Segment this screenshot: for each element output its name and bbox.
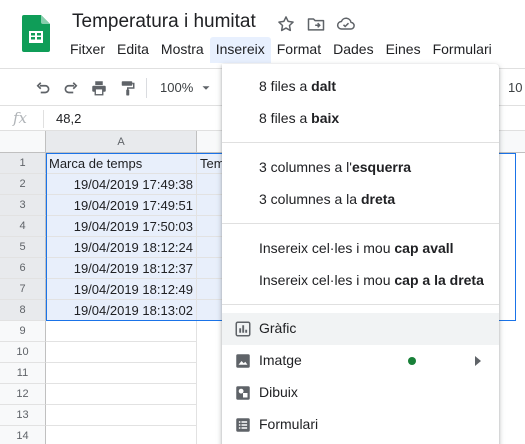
formula-input[interactable]: 48,2 <box>56 111 81 126</box>
row-header[interactable]: 5 <box>0 237 46 258</box>
insert-menu: 8 files a dalt 8 files a baix 3 columnes… <box>222 64 499 444</box>
menu-item-label-bold: cap a la dreta <box>394 272 484 288</box>
menu-item-label: Gràfic <box>259 320 297 336</box>
redo-icon[interactable] <box>62 79 80 97</box>
table-cell[interactable]: 19/04/2019 18:12:49 <box>46 279 197 300</box>
menu-formulari[interactable]: Formulari <box>427 37 498 63</box>
table-cell[interactable] <box>46 426 197 444</box>
menu-separator <box>222 223 499 224</box>
insert-image[interactable]: Imatge <box>222 345 499 377</box>
formula-divider <box>43 110 44 128</box>
sheets-window: Temperatura i humitat Fitxer Edita Mostr… <box>0 0 525 444</box>
row-header[interactable]: 3 <box>0 195 46 216</box>
insert-cells-shift-down[interactable]: Insereix cel·les i mou cap avall <box>222 232 499 264</box>
chart-icon <box>235 321 251 337</box>
menu-eines[interactable]: Eines <box>380 37 427 63</box>
table-cell[interactable] <box>46 342 197 363</box>
table-cell[interactable] <box>46 384 197 405</box>
table-cell[interactable] <box>46 405 197 426</box>
insert-drawing[interactable]: Dibuix <box>222 377 499 409</box>
menu-edita[interactable]: Edita <box>111 37 155 63</box>
menu-separator <box>222 304 499 305</box>
move-to-folder-icon[interactable] <box>306 14 326 34</box>
star-icon[interactable] <box>276 14 296 34</box>
menu-dades[interactable]: Dades <box>327 37 379 63</box>
table-cell[interactable]: 19/04/2019 18:12:37 <box>46 258 197 279</box>
row-header[interactable]: 10 <box>0 342 46 363</box>
table-cell[interactable]: Marca de temps <box>46 153 197 174</box>
insert-cells-shift-right[interactable]: Insereix cel·les i mou cap a la dreta <box>222 264 499 296</box>
table-cell[interactable]: 19/04/2019 18:13:02 <box>46 300 197 321</box>
drawing-icon <box>236 386 250 400</box>
cloud-saved-icon[interactable] <box>336 14 356 34</box>
insert-rows-below[interactable]: 8 files a baix <box>222 102 499 134</box>
table-cell[interactable]: 19/04/2019 17:50:03 <box>46 216 197 237</box>
sheets-logo-icon[interactable] <box>22 15 50 52</box>
insert-rows-above[interactable]: 8 files a dalt <box>222 70 499 102</box>
row-header[interactable]: 11 <box>0 363 46 384</box>
submenu-arrow-icon <box>475 356 481 366</box>
zoom-select[interactable]: 100% <box>160 80 193 95</box>
row-header[interactable]: 4 <box>0 216 46 237</box>
undo-icon[interactable] <box>34 79 52 97</box>
menu-item-label-bold: esquerra <box>351 159 412 175</box>
new-feature-dot <box>408 357 416 365</box>
fx-icon: fx <box>13 109 28 127</box>
row-header[interactable]: 6 <box>0 258 46 279</box>
menu-mostra[interactable]: Mostra <box>155 37 210 63</box>
column-header-a[interactable]: A <box>46 131 197 153</box>
insert-form[interactable]: Formulari <box>222 409 499 441</box>
menu-item-label-bold: cap avall <box>394 240 454 256</box>
row-header[interactable]: 2 <box>0 174 46 195</box>
menu-item-label-bold: baix <box>311 110 340 126</box>
image-icon <box>236 354 250 368</box>
table-cell[interactable] <box>46 363 197 384</box>
menu-bar: Fitxer Edita Mostra Insereix Format Dade… <box>64 37 498 63</box>
form-icon <box>236 418 250 432</box>
table-cell[interactable]: 19/04/2019 18:12:24 <box>46 237 197 258</box>
select-all-corner[interactable] <box>0 131 46 153</box>
font-size-select[interactable]: 10 <box>508 80 522 95</box>
menu-item-label: 3 columnes a la <box>259 191 361 207</box>
menu-format[interactable]: Format <box>271 37 327 63</box>
menu-item-label: Imatge <box>259 352 302 368</box>
row-header[interactable]: 12 <box>0 384 46 405</box>
menu-item-label: 8 files a <box>259 78 312 94</box>
document-title[interactable]: Temperatura i humitat <box>72 11 256 33</box>
menu-fitxer[interactable]: Fitxer <box>64 37 111 63</box>
menu-item-label: Dibuix <box>259 384 298 400</box>
menu-item-label: Insereix cel·les i mou <box>259 240 395 256</box>
table-cell[interactable]: 19/04/2019 17:49:51 <box>46 195 197 216</box>
table-cell[interactable]: 19/04/2019 17:49:38 <box>46 174 197 195</box>
menu-separator <box>222 142 499 143</box>
insert-columns-right[interactable]: 3 columnes a la dreta <box>222 183 499 215</box>
menu-item-label: 3 columnes a l' <box>259 159 352 175</box>
row-header[interactable]: 13 <box>0 405 46 426</box>
row-header[interactable]: 7 <box>0 279 46 300</box>
insert-columns-left[interactable]: 3 columnes a l'esquerra <box>222 151 499 183</box>
insert-chart[interactable]: Gràfic <box>222 313 499 345</box>
paint-format-icon[interactable] <box>118 79 136 97</box>
menu-item-label: Formulari <box>259 416 319 432</box>
row-header[interactable]: 1 <box>0 153 46 174</box>
row-header[interactable]: 14 <box>0 426 46 444</box>
print-icon[interactable] <box>90 79 108 97</box>
menu-item-label: Insereix cel·les i mou <box>259 272 395 288</box>
menu-item-label-bold: dreta <box>360 191 396 207</box>
menu-insereix[interactable]: Insereix <box>209 37 271 63</box>
row-header[interactable]: 8 <box>0 300 46 321</box>
row-header[interactable]: 9 <box>0 321 46 342</box>
table-cell[interactable] <box>46 321 197 342</box>
zoom-chevron-down-icon[interactable] <box>199 81 213 95</box>
toolbar-divider <box>146 78 147 98</box>
menu-item-label: 8 files a <box>259 110 312 126</box>
menu-item-label-bold: dalt <box>311 78 337 94</box>
